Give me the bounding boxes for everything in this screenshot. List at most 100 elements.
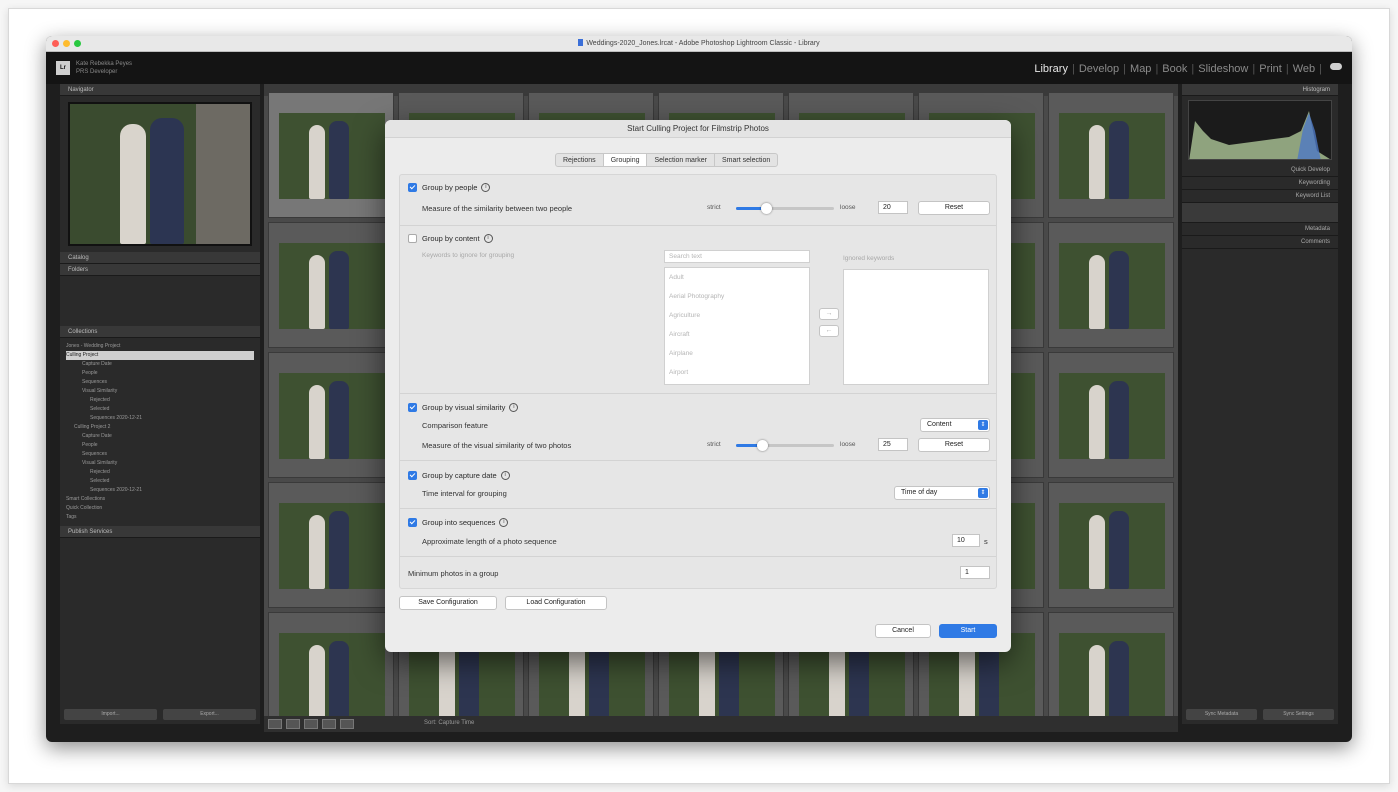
- thumbnail-cell[interactable]: [268, 92, 394, 218]
- info-icon[interactable]: i: [483, 234, 493, 243]
- tree-item[interactable]: Capture Date: [66, 432, 254, 441]
- comparison-feature-select[interactable]: Content ⇕: [920, 418, 990, 432]
- tree-item[interactable]: Quick Collection: [66, 504, 254, 513]
- save-configuration-button[interactable]: Save Configuration: [399, 596, 497, 610]
- list-item[interactable]: Aircraft: [665, 325, 809, 344]
- available-keywords-list[interactable]: Adult Aerial Photography Agriculture Air…: [664, 267, 810, 385]
- thumbnail-cell[interactable]: [1048, 222, 1174, 348]
- tree-item[interactable]: Sequences: [66, 378, 254, 387]
- histogram-header[interactable]: Histogram: [1182, 84, 1338, 96]
- import-button[interactable]: Import...: [64, 709, 157, 720]
- keyword-list-header[interactable]: Keyword List: [1182, 190, 1338, 203]
- list-item[interactable]: Adult: [665, 268, 809, 287]
- time-interval-select[interactable]: Time of day ⇕: [894, 486, 990, 500]
- module-slideshow[interactable]: Slideshow: [1198, 63, 1248, 75]
- survey-view-icon[interactable]: [322, 719, 336, 729]
- people-reset-button[interactable]: Reset: [918, 201, 990, 215]
- thumbnail-cell[interactable]: [1048, 92, 1174, 218]
- thumbnail-cell[interactable]: [268, 222, 394, 348]
- info-icon[interactable]: i: [500, 471, 510, 480]
- tree-item[interactable]: Rejected: [66, 396, 254, 405]
- tree-item[interactable]: Jones - Wedding Project: [66, 342, 254, 351]
- start-button[interactable]: Start: [939, 624, 997, 638]
- tree-item[interactable]: Sequences 2020-12-21: [66, 414, 254, 423]
- tree-item[interactable]: Selected: [66, 477, 254, 486]
- info-icon[interactable]: i: [499, 518, 509, 527]
- module-web[interactable]: Web: [1293, 63, 1315, 75]
- sync-metadata-button[interactable]: Sync Metadata: [1186, 709, 1257, 720]
- module-develop[interactable]: Develop: [1079, 63, 1119, 75]
- keywording-header[interactable]: Keywording: [1182, 177, 1338, 190]
- group-by-capture-checkbox[interactable]: [408, 471, 417, 480]
- visual-similarity-slider[interactable]: [736, 440, 834, 451]
- group-by-content-checkbox[interactable]: [408, 234, 417, 243]
- sequence-length-input[interactable]: 10: [952, 534, 980, 547]
- load-configuration-button[interactable]: Load Configuration: [505, 596, 607, 610]
- module-library[interactable]: Library: [1034, 63, 1068, 75]
- visual-slider-knob[interactable]: [757, 440, 768, 451]
- tree-item[interactable]: Visual Similarity: [66, 387, 254, 396]
- comments-header[interactable]: Comments: [1182, 236, 1338, 249]
- thumbnail-cell[interactable]: [1048, 482, 1174, 608]
- tree-item[interactable]: Tags: [66, 513, 254, 522]
- compare-view-icon[interactable]: [304, 719, 318, 729]
- remove-keyword-button[interactable]: ←: [819, 325, 839, 337]
- module-map[interactable]: Map: [1130, 63, 1151, 75]
- quick-develop-header[interactable]: Quick Develop: [1182, 164, 1338, 177]
- tab-smart-selection[interactable]: Smart selection: [715, 154, 777, 166]
- tree-item[interactable]: Sequences: [66, 450, 254, 459]
- grid-view-icon[interactable]: [268, 719, 282, 729]
- tree-item[interactable]: Selected: [66, 405, 254, 414]
- visual-reset-button[interactable]: Reset: [918, 438, 990, 452]
- tree-item[interactable]: People: [66, 369, 254, 378]
- cancel-button[interactable]: Cancel: [875, 624, 931, 638]
- people-similarity-input[interactable]: 20: [878, 201, 908, 214]
- tree-item-selected[interactable]: Culling Project: [66, 351, 254, 360]
- tab-rejections[interactable]: Rejections: [556, 154, 604, 166]
- visual-similarity-input[interactable]: 25: [878, 438, 908, 451]
- keyword-filter-row[interactable]: [1182, 203, 1338, 223]
- info-icon[interactable]: i: [481, 183, 491, 192]
- sort-label[interactable]: Sort: Capture Time: [424, 720, 474, 726]
- tree-item[interactable]: Capture Date: [66, 360, 254, 369]
- thumbnail-cell[interactable]: [268, 612, 394, 716]
- tab-selection-marker[interactable]: Selection marker: [647, 154, 716, 166]
- module-print[interactable]: Print: [1259, 63, 1282, 75]
- loupe-view-icon[interactable]: [286, 719, 300, 729]
- collections-header[interactable]: Collections: [60, 326, 260, 338]
- publish-services-header[interactable]: Publish Services: [60, 526, 260, 538]
- minimum-photos-input[interactable]: 1: [960, 566, 990, 579]
- navigator-preview[interactable]: [68, 102, 252, 246]
- thumbnail-cell[interactable]: [268, 482, 394, 608]
- tree-item[interactable]: Sequences 2020-12-21: [66, 486, 254, 495]
- people-similarity-slider[interactable]: [736, 203, 834, 214]
- tree-item[interactable]: Smart Collections: [66, 495, 254, 504]
- tree-item[interactable]: Rejected: [66, 468, 254, 477]
- people-slider-knob[interactable]: [761, 203, 772, 214]
- info-icon[interactable]: i: [509, 403, 519, 412]
- cloud-icon[interactable]: [1330, 63, 1342, 70]
- thumbnail-cell[interactable]: [1048, 352, 1174, 478]
- navigator-header[interactable]: Navigator: [60, 84, 260, 96]
- add-keyword-button[interactable]: →: [819, 308, 839, 320]
- module-book[interactable]: Book: [1162, 63, 1187, 75]
- tree-item[interactable]: Visual Similarity: [66, 459, 254, 468]
- sync-settings-button[interactable]: Sync Settings: [1263, 709, 1334, 720]
- thumbnail-cell[interactable]: [268, 352, 394, 478]
- list-item[interactable]: Agriculture: [665, 306, 809, 325]
- tab-grouping[interactable]: Grouping: [603, 154, 648, 166]
- tree-item[interactable]: People: [66, 441, 254, 450]
- group-into-sequences-checkbox[interactable]: [408, 518, 417, 527]
- keyword-search-input[interactable]: Search text: [664, 250, 810, 263]
- catalog-header[interactable]: Catalog: [60, 252, 260, 264]
- ignored-keywords-list[interactable]: [843, 269, 989, 385]
- tree-item[interactable]: Culling Project 2: [66, 423, 254, 432]
- group-by-visual-checkbox[interactable]: [408, 403, 417, 412]
- list-item[interactable]: Airplane: [665, 344, 809, 363]
- export-button[interactable]: Export...: [163, 709, 256, 720]
- metadata-header[interactable]: Metadata: [1182, 223, 1338, 236]
- people-view-icon[interactable]: [340, 719, 354, 729]
- thumbnail-cell[interactable]: [1048, 612, 1174, 716]
- group-by-people-checkbox[interactable]: [408, 183, 417, 192]
- folders-header[interactable]: Folders: [60, 264, 260, 276]
